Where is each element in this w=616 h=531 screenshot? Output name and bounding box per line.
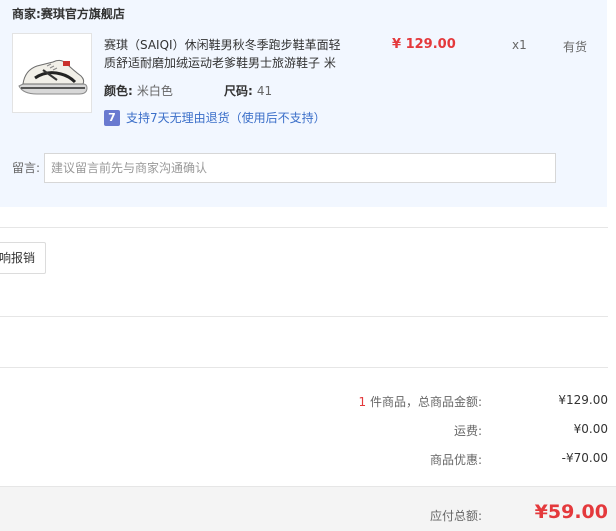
product-title[interactable]: 赛琪（SAIQI）休闲鞋男秋冬季跑步鞋革面轻质舒适耐磨加绒运动老爹鞋男士旅游鞋子… — [104, 36, 344, 72]
spec-size: 尺码: 41 — [224, 82, 272, 99]
payable-bar — [0, 486, 616, 531]
items-total-label-text: 件商品，总商品金额: — [369, 395, 482, 409]
items-total-label: 1 件商品，总商品金额: — [358, 393, 482, 410]
product-thumbnail[interactable] — [12, 33, 92, 113]
discount-label: 商品优惠: — [429, 453, 482, 467]
spec-size-label: 尺码: — [224, 84, 253, 98]
discount-value: -¥70.00 — [561, 451, 608, 465]
payable-label: 应付总额: — [429, 509, 482, 523]
return-policy[interactable]: 7 支持7天无理由退货（使用后不支持） — [104, 109, 326, 126]
shipping-value: ¥0.00 — [573, 422, 608, 436]
item-count: 1 — [358, 395, 367, 409]
divider — [0, 227, 608, 228]
divider — [0, 316, 608, 317]
spec-color-value: 米白色 — [136, 84, 173, 98]
shop-label: 商家: — [12, 7, 41, 21]
product-quantity: x1 — [512, 38, 527, 52]
shipping-label: 运费: — [453, 424, 482, 438]
memo-label: 留言: — [12, 161, 41, 175]
sneaker-image — [18, 59, 88, 95]
shop-name: 商家:赛琪官方旗舰店 — [12, 5, 125, 22]
shop-name-text[interactable]: 赛琪官方旗舰店 — [41, 7, 125, 21]
product-price: ¥ 129.00 — [392, 37, 456, 52]
reimburse-button[interactable]: 响报销 — [0, 242, 46, 274]
memo-input[interactable] — [44, 153, 556, 183]
divider — [0, 367, 608, 368]
spec-size-value: 41 — [256, 84, 273, 98]
stock-status: 有货 — [563, 40, 588, 54]
return-policy-text: 支持7天无理由退货（使用后不支持） — [126, 111, 326, 125]
return-policy-icon: 7 — [104, 109, 120, 126]
payable-total: ¥59.00 — [534, 501, 608, 523]
items-total-value: ¥129.00 — [558, 393, 608, 407]
spec-color: 颜色: 米白色 — [104, 82, 173, 99]
spec-color-label: 颜色: — [104, 84, 133, 98]
